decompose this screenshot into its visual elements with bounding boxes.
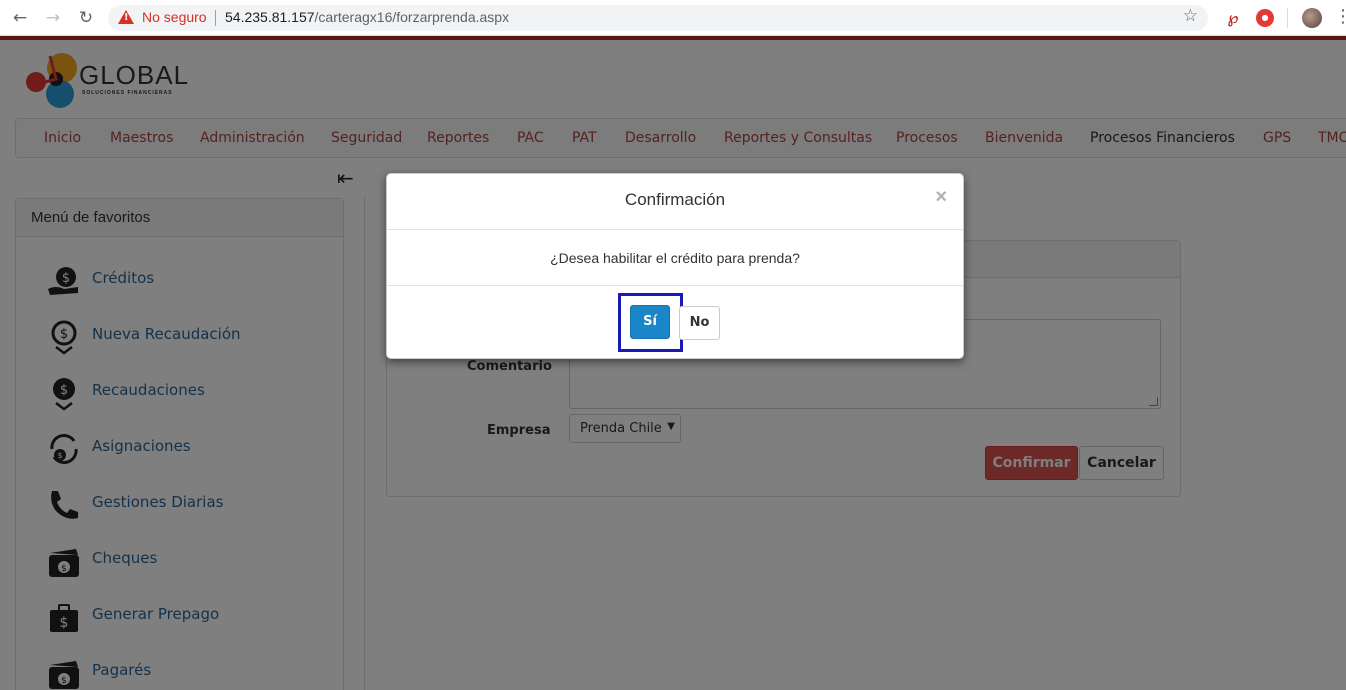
url-path: /carteragx16/forzarprenda.aspx [314, 9, 510, 25]
extension-icon[interactable]: ● [1256, 9, 1274, 27]
menu-kebab-icon[interactable]: ⋮ [1334, 6, 1346, 27]
url-host: 54.235.81.157 [225, 9, 315, 25]
close-icon[interactable]: × [935, 186, 947, 209]
bookmark-star-icon[interactable]: ☆ [1183, 6, 1198, 26]
url-text[interactable]: 54.235.81.157/carteragx16/forzarprenda.a… [225, 9, 509, 25]
reload-icon[interactable]: ↻ [75, 7, 97, 29]
warning-icon: ! [118, 10, 134, 24]
dialog-body: ¿Desea habilitar el crédito para prenda? [387, 230, 963, 286]
browser-toolbar: ← → ↻ ! No seguro 54.235.81.157/carterag… [0, 0, 1346, 36]
confirmation-dialog: Confirmación × ¿Desea habilitar el crédi… [386, 173, 964, 359]
dialog-message: ¿Desea habilitar el crédito para prenda? [550, 250, 800, 266]
dialog-header: Confirmación × [387, 174, 963, 230]
back-arrow-icon[interactable]: ← [9, 7, 31, 29]
forward-arrow-icon[interactable]: → [42, 7, 64, 29]
pdf-extension-icon[interactable]: ℘ [1224, 9, 1242, 27]
yes-button[interactable]: Sí [630, 305, 670, 339]
omnibox-divider [215, 10, 216, 26]
security-label[interactable]: No seguro [142, 9, 207, 25]
profile-avatar[interactable] [1302, 8, 1322, 28]
no-button[interactable]: No [679, 306, 720, 340]
dialog-footer: Sí No [387, 286, 963, 358]
modal-backdrop[interactable] [0, 36, 1346, 690]
address-bar[interactable]: ! No seguro 54.235.81.157/carteragx16/fo… [108, 5, 1208, 31]
toolbar-divider [1287, 8, 1288, 28]
dialog-title: Confirmación [624, 190, 726, 209]
